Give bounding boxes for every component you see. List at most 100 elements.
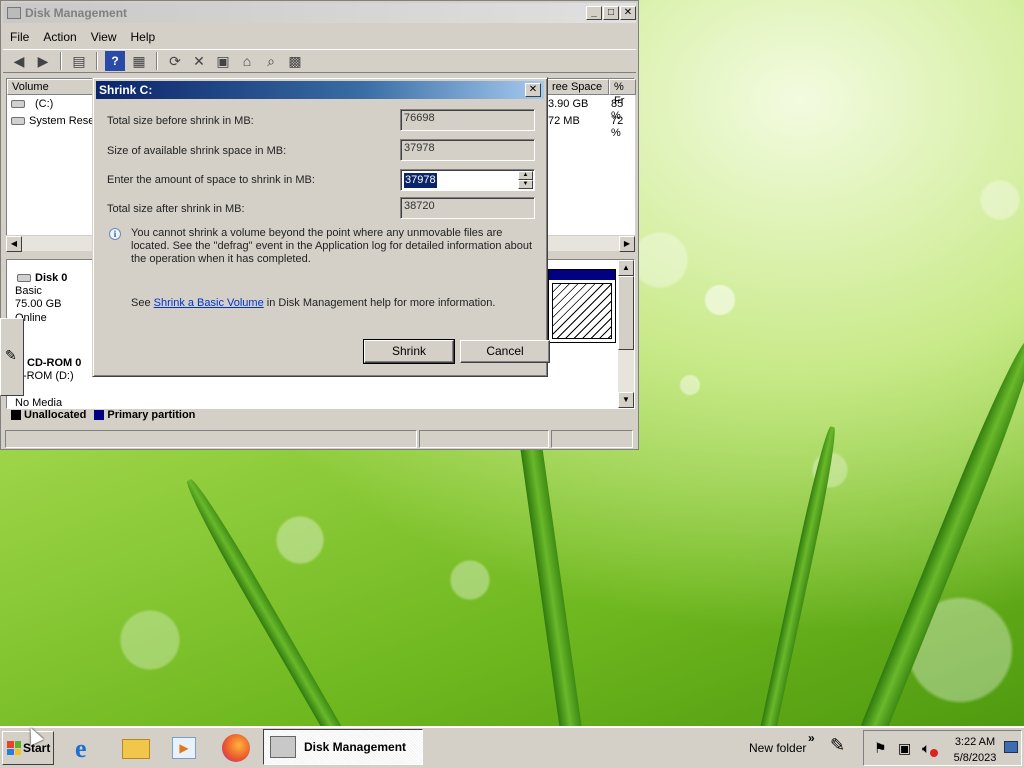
shrink-button[interactable]: Shrink	[363, 339, 455, 364]
legend-swatch	[11, 410, 21, 421]
volume-row[interactable]: (C:)	[11, 96, 53, 112]
volume-muted-icon[interactable]: 🔈︎	[922, 740, 930, 757]
shrink-amount-field[interactable]: 37978 ▲ ▼	[400, 169, 535, 191]
back-arrow-icon[interactable]: ◀	[9, 51, 29, 71]
system-tray: ⚑ ▣ 🔈︎ 3:22 AM 5/8/2023	[863, 730, 1022, 766]
delete-icon[interactable]: ✕	[189, 51, 209, 71]
open-folder-icon[interactable]: ⌂	[237, 51, 257, 71]
help-icon[interactable]: ?	[105, 51, 125, 71]
info-icon: i	[109, 228, 121, 240]
volume-muted-badge	[930, 749, 938, 757]
status-pane	[419, 430, 549, 448]
minimize-button[interactable]: _	[586, 6, 602, 20]
show-desktop-icon[interactable]	[1004, 741, 1018, 753]
disk0-type: Basic	[15, 285, 42, 297]
settings-icon[interactable]: ▩	[285, 51, 305, 71]
spin-down-icon[interactable]: ▼	[518, 180, 533, 189]
spin-up-icon[interactable]: ▲	[518, 171, 533, 180]
cdrom0-status: No Media	[15, 397, 63, 409]
volume-row[interactable]: System Reser	[11, 113, 98, 129]
pen-icon[interactable]: ✎	[5, 347, 17, 364]
disk-management-icon	[270, 736, 296, 758]
dialog-close-button[interactable]: ✕	[525, 83, 541, 97]
toolbar-chevron-icon[interactable]: »	[808, 731, 815, 745]
volume-percent-free: 72 %	[611, 115, 624, 139]
dialog-title: Shrink C:	[99, 83, 153, 97]
info-text: You cannot shrink a volume beyond the po…	[131, 227, 533, 265]
volume-name: (C:)	[35, 98, 54, 110]
maximize-button[interactable]: □	[603, 6, 619, 20]
properties-icon[interactable]: ▣	[213, 51, 233, 71]
partition-selected-hatch	[552, 283, 612, 339]
available-space-label: Size of available shrink space in MB:	[107, 145, 287, 157]
cdrom0-name: CD-ROM 0	[27, 357, 82, 369]
internet-explorer-icon[interactable]: e	[72, 733, 104, 763]
clock-time[interactable]: 3:22 AM	[952, 736, 998, 748]
window-title: Disk Management	[25, 6, 128, 20]
network-icon[interactable]: ▣	[898, 740, 911, 757]
forward-arrow-icon[interactable]: ▶	[33, 51, 53, 71]
shrink-amount-label: Enter the amount of space to shrink in M…	[107, 174, 315, 186]
scroll-right-icon[interactable]: ▶	[619, 236, 635, 252]
disk0-name: Disk 0	[35, 272, 68, 284]
firefox-icon[interactable]	[220, 733, 252, 763]
action-center-flag-icon[interactable]: ⚑	[874, 740, 887, 757]
clock-date[interactable]: 5/8/2023	[952, 752, 998, 764]
explore-icon[interactable]: ⌕	[261, 51, 281, 71]
show-hide-console-tree-icon[interactable]: ▤	[69, 51, 89, 71]
shrink-amount-input[interactable]: 37978	[404, 173, 437, 188]
file-explorer-icon[interactable]	[120, 733, 152, 763]
drive-icon	[11, 100, 25, 108]
media-player-icon[interactable]: ▶	[168, 733, 200, 763]
column-free-space[interactable]: ree Space	[547, 79, 609, 95]
menu-view[interactable]: View	[84, 27, 124, 47]
windows-flag-icon	[7, 741, 21, 755]
scroll-down-icon[interactable]: ▼	[618, 392, 634, 408]
help-line: See Shrink a Basic Volume in Disk Manage…	[131, 297, 495, 309]
total-before-value: 76698	[400, 109, 535, 131]
refresh-icon[interactable]: ⟳	[165, 51, 185, 71]
legend: Unallocated Primary partition	[11, 409, 195, 421]
legend-primary: Primary partition	[94, 409, 195, 421]
column-volume[interactable]: Volume	[7, 79, 97, 95]
edit-icon[interactable]: ✎	[830, 735, 845, 756]
volume-free-space: 72 MB	[548, 115, 580, 127]
menu-action[interactable]: Action	[36, 27, 83, 47]
partition-header-bar	[549, 270, 615, 280]
menu-help[interactable]: Help	[124, 27, 163, 47]
scroll-thumb[interactable]	[618, 276, 634, 350]
toolbar-separator	[156, 52, 158, 70]
total-after-value: 38720	[400, 197, 535, 219]
window-titlebar[interactable]: Disk Management _ □ ✕	[3, 3, 636, 23]
properties-pane-icon[interactable]: ▦	[129, 51, 149, 71]
available-space-value: 37978	[400, 139, 535, 161]
menu-bar: File Action View Help	[3, 27, 162, 47]
menu-file[interactable]: File	[3, 27, 36, 47]
volume-name: System Reser	[29, 115, 99, 127]
side-tool-panel[interactable]: ✎	[0, 318, 24, 396]
grass-blade	[181, 475, 347, 745]
help-prefix: See	[131, 297, 154, 309]
toolbar-separator	[96, 52, 98, 70]
help-suffix: in Disk Management help for more informa…	[263, 297, 496, 309]
new-folder-toolbar-label[interactable]: New folder	[749, 741, 806, 755]
column-percent-free[interactable]: % Fr	[609, 79, 636, 107]
vertical-scrollbar[interactable]: ▲ ▼	[618, 260, 634, 408]
taskbar-item-label: Disk Management	[304, 740, 407, 754]
volume-free-space: 3.90 GB	[548, 98, 589, 110]
disk-icon	[17, 274, 31, 282]
disk-management-icon	[7, 7, 21, 19]
taskbar-item-disk-management[interactable]: Disk Management	[263, 729, 423, 765]
scroll-left-icon[interactable]: ◀	[6, 236, 22, 252]
status-bar	[5, 430, 635, 448]
partition-block[interactable]	[548, 269, 616, 343]
shrink-dialog: Shrink C: ✕ Total size before shrink in …	[92, 77, 550, 377]
help-link[interactable]: Shrink a Basic Volume	[154, 297, 264, 309]
close-button[interactable]: ✕	[620, 6, 636, 20]
legend-swatch	[94, 410, 105, 421]
scroll-up-icon[interactable]: ▲	[618, 260, 634, 276]
legend-unallocated: Unallocated	[11, 409, 86, 421]
dialog-titlebar[interactable]: Shrink C: ✕	[96, 81, 544, 99]
total-after-label: Total size after shrink in MB:	[107, 203, 245, 215]
cancel-button[interactable]: Cancel	[460, 340, 550, 363]
